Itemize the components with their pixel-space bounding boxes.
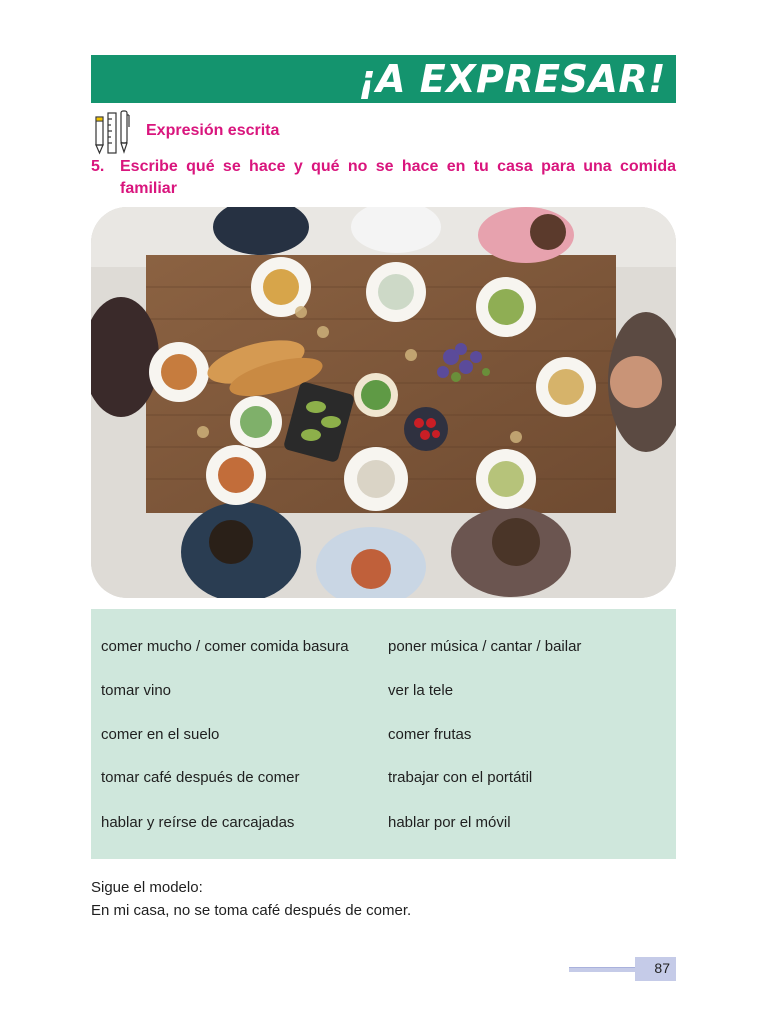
model-section: Sigue el modelo: En mi casa, no se toma … [91, 876, 411, 922]
page-number: 87 [654, 960, 670, 976]
phrase-left-1: comer mucho / comer comida basura [101, 638, 349, 655]
phrase-box: comer mucho / comer comida basura tomar … [91, 609, 676, 859]
family-meal-photo [91, 207, 676, 598]
task-instruction: 5. Escribe qué se hace y qué no se hace … [91, 156, 676, 200]
phrase-right-2: ver la tele [388, 682, 454, 699]
task-number: 5. [91, 158, 105, 175]
phrase-right-4: trabajar con el portátil [388, 769, 533, 786]
section-banner: ¡A EXPRESAR! [91, 55, 676, 103]
task-text: Escribe qué se hace y qué no se hace en … [120, 158, 676, 197]
phrase-right-1: poner música / cantar / bailar [388, 638, 582, 655]
phrase-right-3: comer frutas [388, 726, 472, 743]
phrase-left-3: comer en el suelo [101, 726, 220, 743]
model-example: En mi casa, no se toma café después de c… [91, 902, 412, 919]
model-label: Sigue el modelo: [91, 879, 203, 896]
pencil-ruler-pen-icon [95, 110, 130, 155]
phrase-left-2: tomar vino [101, 682, 172, 699]
phrase-left-4: tomar café después de comer [101, 769, 300, 786]
phrase-left-5: hablar y reírse de carcajadas [101, 814, 295, 831]
textbook-page: ¡A EXPRESAR! Expresión escrita 5. Escrib… [0, 0, 767, 1024]
page-number-line [569, 967, 635, 972]
banner-title: ¡A EXPRESAR! [358, 57, 666, 101]
phrase-right-5: hablar por el móvil [388, 814, 511, 831]
page-number-box: 87 [635, 957, 676, 981]
section-label: Expresión escrita [146, 122, 280, 139]
